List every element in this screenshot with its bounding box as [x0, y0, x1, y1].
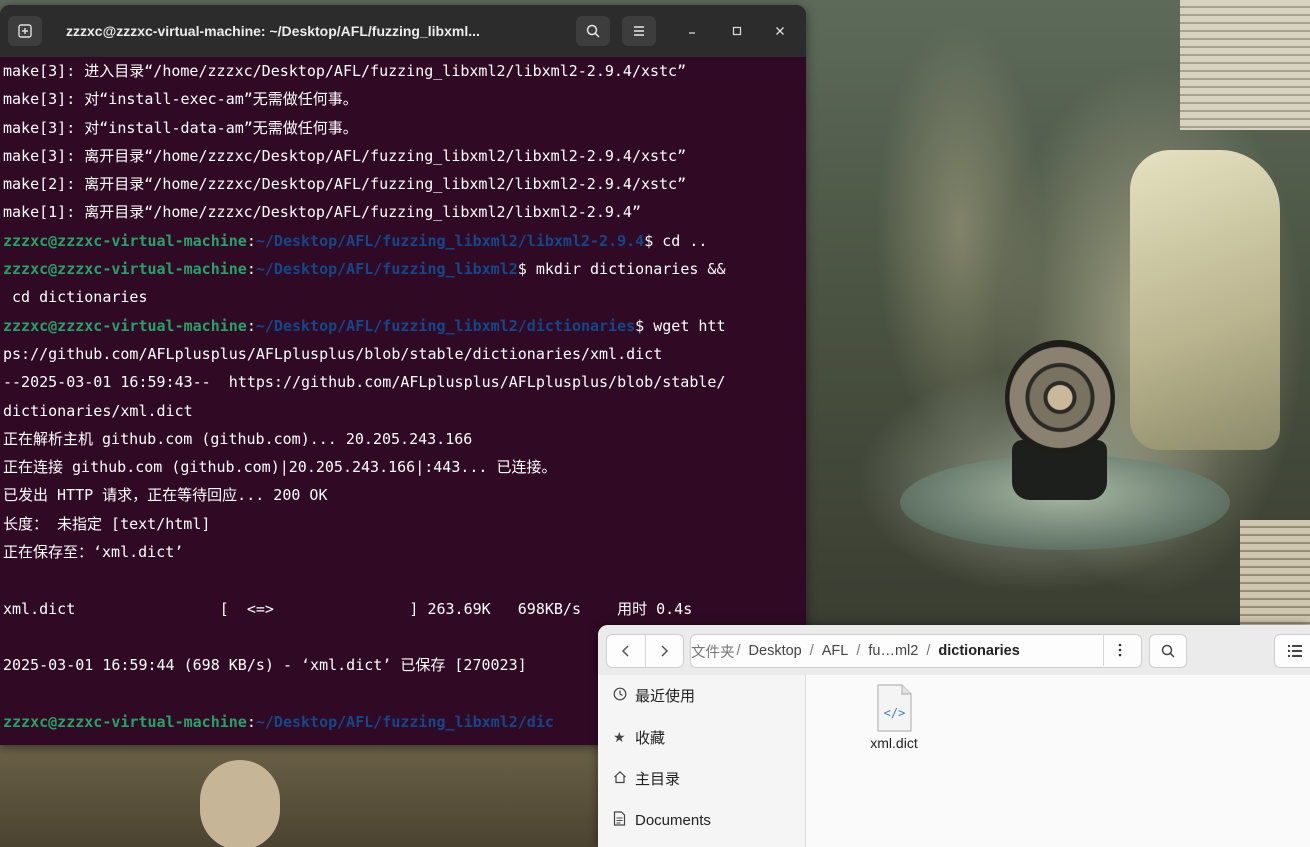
- prompt-path: ~/Desktop/AFL/fuzzing_libxml2/dic: [255, 712, 554, 731]
- sidebar-item-documents[interactable]: Documents: [598, 800, 805, 842]
- wallpaper-cloth: [1130, 150, 1280, 450]
- chevron-left-icon[interactable]: [607, 635, 645, 667]
- terminal-prompt-line: zzzxc@zzzxc-virtual-machine:~/Desktop/AF…: [0, 255, 806, 283]
- sidebar-item-label: Documents: [635, 811, 711, 829]
- code-file-icon: </>: [874, 683, 914, 733]
- prompt-separator: :: [246, 231, 256, 250]
- breadcrumb-item-partial[interactable]: 文件夹: [691, 641, 735, 662]
- wallpaper-books-bottom: [1240, 520, 1310, 630]
- close-icon[interactable]: [768, 19, 792, 43]
- clock-icon: [613, 687, 635, 704]
- file-name: xml.dict: [870, 735, 918, 751]
- sidebar-item-home[interactable]: 主目录: [598, 758, 805, 800]
- svg-text:</>: </>: [884, 706, 906, 720]
- breadcrumb-current[interactable]: dictionaries: [932, 643, 1025, 659]
- new-tab-icon[interactable]: [8, 16, 42, 46]
- prompt-path: ~/Desktop/AFL/fuzzing_libxml2/dictionari…: [255, 316, 636, 335]
- terminal-line: 正在保存至：‘xml.dict’: [3, 543, 184, 562]
- file-manager-window[interactable]: 文件夹 / Desktop / AFL / fu…ml2 / dictionar…: [598, 625, 1310, 847]
- wallpaper-fan: [1005, 340, 1115, 455]
- terminal-line: make[3]: 对“install-exec-am”无需做任何事。: [3, 90, 358, 109]
- breadcrumb-separator: /: [856, 643, 861, 659]
- breadcrumb[interactable]: 文件夹 / Desktop / AFL / fu…ml2 / dictionar…: [690, 634, 1142, 668]
- terminal-line: 正在连接 github.com (github.com)|20.205.243.…: [3, 458, 557, 477]
- chevron-right-icon[interactable]: [644, 635, 684, 667]
- terminal-titlebar[interactable]: zzzxc@zzzxc-virtual-machine: ~/Desktop/A…: [0, 5, 806, 57]
- wallpaper-books-top: [1180, 0, 1310, 130]
- terminal-line: 正在解析主机 github.com (github.com)... 20.205…: [3, 429, 473, 448]
- wallpaper-floor: [0, 745, 600, 847]
- prompt-separator: :: [246, 712, 256, 731]
- breadcrumb-separator: /: [809, 643, 814, 659]
- terminal-prompt-line: zzzxc@zzzxc-virtual-machine:~/Desktop/AF…: [0, 312, 806, 340]
- breadcrumb-separator: /: [736, 643, 741, 659]
- navigation-buttons: [606, 634, 684, 668]
- terminal-line: --2025-03-01 16:59:43-- https://github.c…: [3, 373, 726, 392]
- sidebar-item-starred[interactable]: ★ 收藏: [598, 717, 805, 759]
- prompt-path: ~/Desktop/AFL/fuzzing_libxml2/libxml2-2.…: [255, 231, 645, 250]
- document-icon: [613, 811, 635, 829]
- prompt-path: ~/Desktop/AFL/fuzzing_libxml2: [255, 260, 518, 279]
- terminal-line: make[3]: 离开目录“/home/zzzxc/Desktop/AFL/fu…: [3, 146, 687, 165]
- breadcrumb-item-afl[interactable]: AFL: [816, 643, 855, 659]
- terminal-line: cd dictionaries: [3, 288, 148, 307]
- terminal-line: make[1]: 离开目录“/home/zzzxc/Desktop/AFL/fu…: [3, 203, 641, 222]
- breadcrumb-separator: /: [926, 643, 931, 659]
- prompt-command: $ wget htt: [635, 316, 726, 335]
- prompt-separator: :: [246, 260, 256, 279]
- maximize-icon[interactable]: [725, 19, 749, 43]
- terminal-line: make[3]: 进入目录“/home/zzzxc/Desktop/AFL/fu…: [3, 62, 687, 80]
- sidebar-item-recent[interactable]: 最近使用: [598, 675, 805, 717]
- list-view-icon[interactable]: [1274, 634, 1310, 668]
- terminal-line: dictionaries/xml.dict: [3, 401, 193, 420]
- prompt-user: zzzxc@zzzxc-virtual-machine: [3, 316, 247, 335]
- file-manager-headerbar[interactable]: 文件夹 / Desktop / AFL / fu…ml2 / dictionar…: [598, 625, 1310, 675]
- prompt-user: zzzxc@zzzxc-virtual-machine: [3, 260, 247, 279]
- star-icon: ★: [613, 728, 626, 745]
- sidebar-item-label: 收藏: [635, 729, 666, 747]
- terminal-prompt-line: zzzxc@zzzxc-virtual-machine:~/Desktop/AF…: [0, 227, 806, 255]
- file-manager-sidebar: 最近使用 ★ 收藏 主目录 Documents: [598, 675, 806, 847]
- terminal-title: zzzxc@zzzxc-virtual-machine: ~/Desktop/A…: [66, 23, 480, 39]
- terminal-line: make[3]: 对“install-data-am”无需做任何事。: [3, 118, 358, 137]
- home-icon: [613, 770, 635, 787]
- terminal-line: xml.dict [ <=> ] 263.69K 698KB/s 用时 0.4s: [3, 599, 693, 618]
- file-item[interactable]: </> xml.dict: [854, 683, 934, 751]
- prompt-separator: :: [246, 316, 256, 335]
- sidebar-item-label: 主目录: [635, 771, 681, 789]
- more-vertical-icon[interactable]: [1103, 634, 1136, 666]
- prompt-user: zzzxc@zzzxc-virtual-machine: [3, 712, 247, 731]
- terminal-line: make[2]: 离开目录“/home/zzzxc/Desktop/AFL/fu…: [3, 175, 687, 194]
- prompt-command: $ mkdir dictionaries &&: [517, 260, 726, 279]
- breadcrumb-item-desktop[interactable]: Desktop: [743, 643, 808, 659]
- search-icon[interactable]: [1149, 634, 1187, 668]
- terminal-line: ps://github.com/AFLplusplus/AFLplusplus/…: [3, 344, 663, 363]
- wallpaper-leg: [200, 760, 280, 847]
- terminal-line: 长度： 未指定 [text/html]: [3, 514, 211, 533]
- hamburger-menu-icon[interactable]: [622, 16, 656, 46]
- file-view[interactable]: </> xml.dict: [806, 675, 1310, 847]
- prompt-user: zzzxc@zzzxc-virtual-machine: [3, 231, 247, 250]
- sidebar-item-label: 最近使用: [635, 688, 696, 706]
- breadcrumb-item-fuzzing-libxml2[interactable]: fu…ml2: [862, 643, 924, 659]
- minimize-icon[interactable]: [680, 19, 704, 43]
- terminal-line: 已发出 HTTP 请求，正在等待回应... 200 OK: [3, 486, 328, 505]
- search-icon[interactable]: [576, 16, 610, 46]
- prompt-command: $ cd ..: [644, 231, 708, 250]
